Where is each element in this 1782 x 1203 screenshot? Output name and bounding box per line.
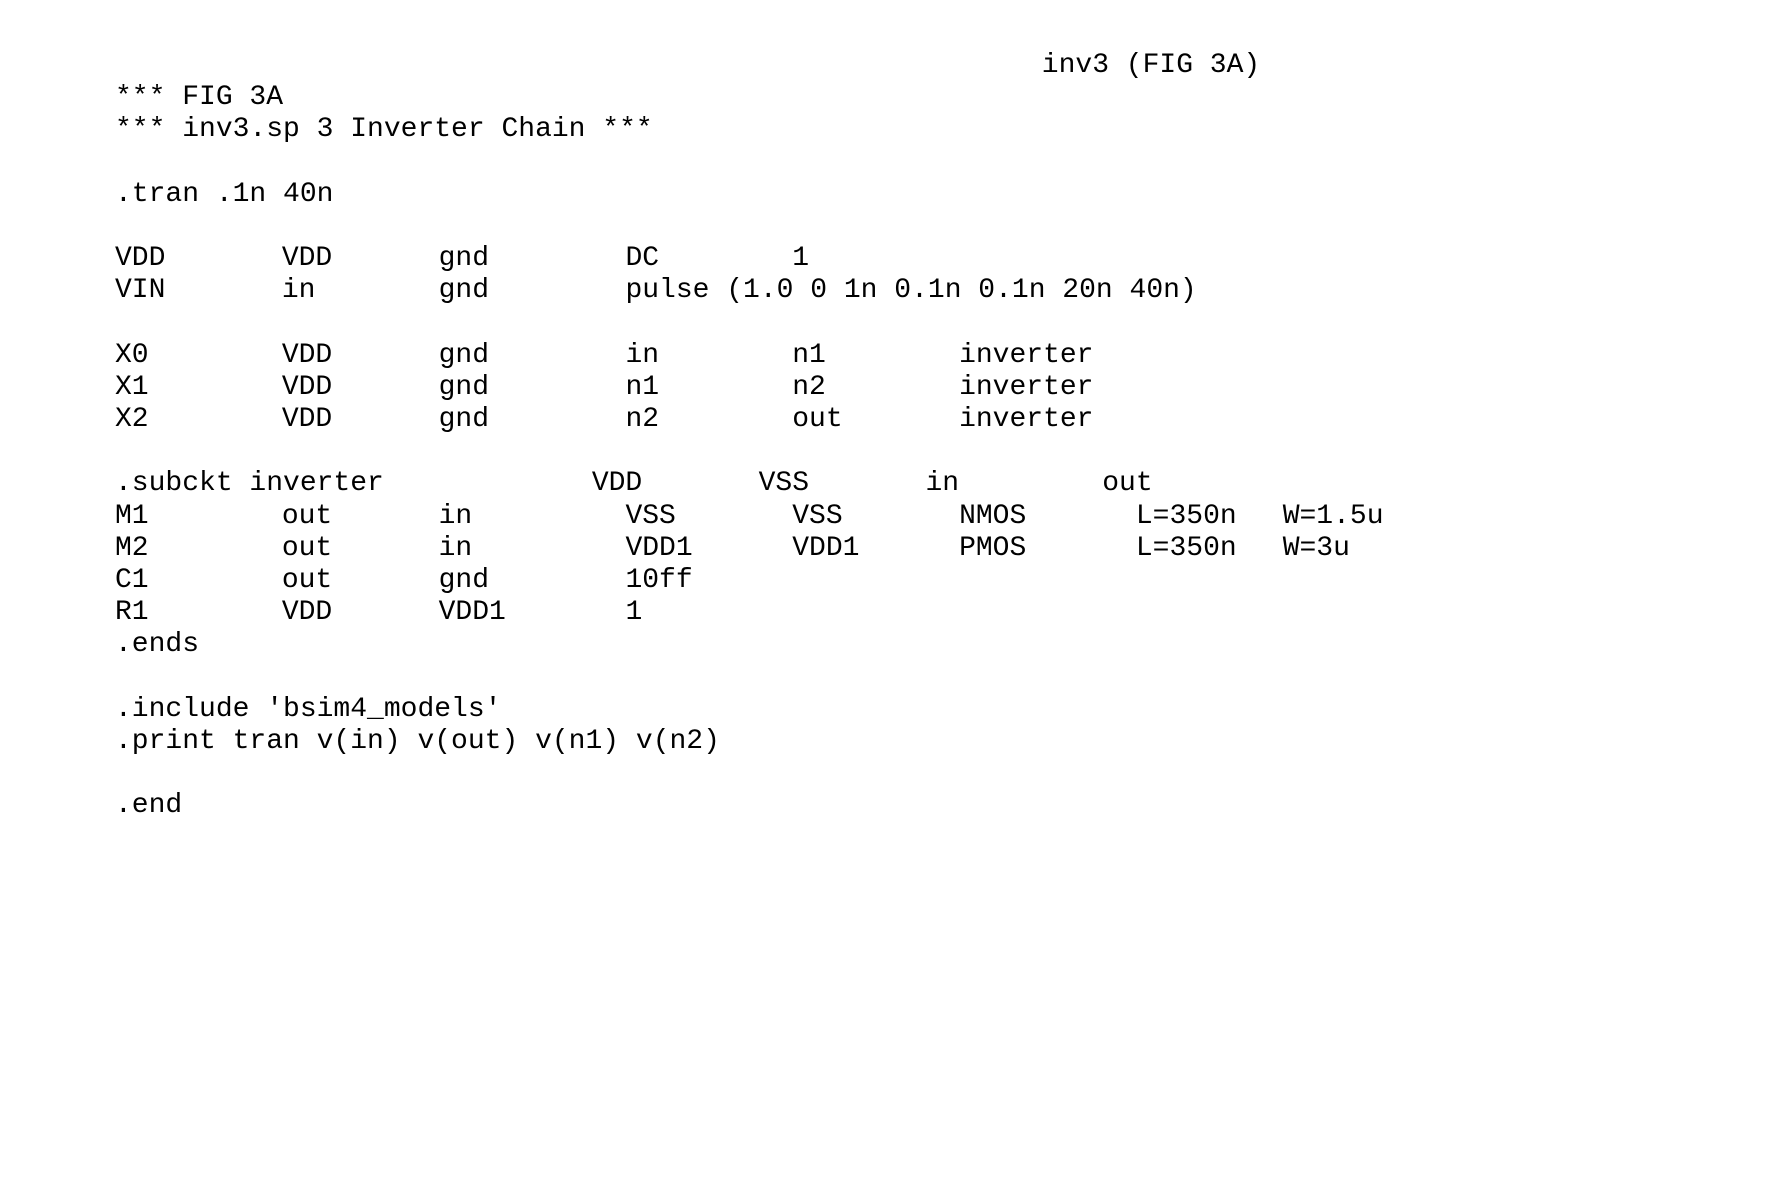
code-content: *** FIG 3A *** inv3.sp 3 Inverter Chain …	[0, 82, 1782, 822]
cell: VDD	[592, 468, 742, 500]
cell: in	[282, 275, 422, 307]
blank-line	[115, 758, 1782, 790]
cell: L=350n	[1136, 533, 1266, 565]
cell: inverter	[959, 340, 1093, 372]
cell: in	[625, 340, 775, 372]
print-line: .print tran v(in) v(out) v(n1) v(n2)	[115, 726, 1782, 758]
cell: VDD	[282, 372, 422, 404]
end-line: .end	[115, 790, 1782, 822]
cell: inverter	[959, 372, 1093, 404]
m2-line: M2 out in VDD1 VDD1 PMOS L=350n W=3u	[115, 533, 1782, 565]
cell: gnd	[439, 565, 609, 597]
include-line: .include 'bsim4_models'	[115, 694, 1782, 726]
tran-line: .tran .1n 40n	[115, 179, 1782, 211]
blank-line	[115, 147, 1782, 179]
cell: n1	[625, 372, 775, 404]
cell: 1	[625, 597, 642, 629]
cell: gnd	[439, 404, 609, 436]
x0-line: X0 VDD gnd in n1 inverter	[115, 340, 1782, 372]
cell: VDD	[282, 243, 422, 275]
cell: out	[282, 565, 422, 597]
blank-line	[115, 211, 1782, 243]
cell: X1	[115, 372, 265, 404]
cell: in	[925, 468, 1085, 500]
cell: VDD	[282, 340, 422, 372]
blank-line	[115, 308, 1782, 340]
r1-line: R1 VDD VDD1 1	[115, 597, 1782, 629]
cell: out	[792, 404, 942, 436]
cell: gnd	[439, 243, 609, 275]
cell: W=3u	[1283, 533, 1350, 565]
comment-line-2: *** inv3.sp 3 Inverter Chain ***	[115, 114, 1782, 146]
cell: gnd	[439, 340, 609, 372]
cell: out	[282, 533, 422, 565]
vin-line: VIN in gnd pulse (1.0 0 1n 0.1n 0.1n 20n…	[115, 275, 1782, 307]
cell: M1	[115, 501, 265, 533]
vdd-line: VDD VDD gnd DC 1	[115, 243, 1782, 275]
cell: VIN	[115, 275, 265, 307]
cell: gnd	[439, 372, 609, 404]
cell: 10ff	[625, 565, 692, 597]
c1-line: C1 out gnd 10ff	[115, 565, 1782, 597]
cell: n2	[625, 404, 775, 436]
cell: out	[1102, 468, 1152, 500]
subckt-line: .subckt inverter VDD VSS in out	[115, 468, 1782, 500]
cell: DC	[625, 243, 775, 275]
cell: VSS	[625, 501, 775, 533]
cell: .subckt inverter	[115, 468, 575, 500]
cell: M2	[115, 533, 265, 565]
blank-line	[115, 436, 1782, 468]
cell: in	[439, 501, 609, 533]
cell: out	[282, 501, 422, 533]
cell: VDD	[282, 404, 422, 436]
cell: X0	[115, 340, 265, 372]
cell: VDD1	[439, 597, 609, 629]
document-page: inv3 (FIG 3A) *** FIG 3A *** inv3.sp 3 I…	[0, 0, 1782, 823]
comment-line-1: *** FIG 3A	[115, 82, 1782, 114]
cell: X2	[115, 404, 265, 436]
cell: n1	[792, 340, 942, 372]
x2-line: X2 VDD gnd n2 out inverter	[115, 404, 1782, 436]
ends-line: .ends	[115, 629, 1782, 661]
cell: L=350n	[1136, 501, 1266, 533]
cell: VDD	[282, 597, 422, 629]
cell: PMOS	[959, 533, 1119, 565]
page-header-title: inv3 (FIG 3A)	[520, 50, 1782, 82]
cell: VDD1	[792, 533, 942, 565]
cell: R1	[115, 597, 265, 629]
cell: C1	[115, 565, 265, 597]
cell: gnd	[439, 275, 609, 307]
cell: W=1.5u	[1283, 501, 1384, 533]
cell: 1	[792, 243, 809, 275]
cell: VDD1	[625, 533, 775, 565]
cell: inverter	[959, 404, 1093, 436]
blank-line	[115, 662, 1782, 694]
cell: in	[439, 533, 609, 565]
cell: NMOS	[959, 501, 1119, 533]
cell: VSS	[792, 501, 942, 533]
x1-line: X1 VDD gnd n1 n2 inverter	[115, 372, 1782, 404]
cell: pulse (1.0 0 1n 0.1n 0.1n 20n 40n)	[625, 275, 1196, 307]
cell: VSS	[759, 468, 909, 500]
cell: n2	[792, 372, 942, 404]
m1-line: M1 out in VSS VSS NMOS L=350n W=1.5u	[115, 501, 1782, 533]
cell: VDD	[115, 243, 265, 275]
